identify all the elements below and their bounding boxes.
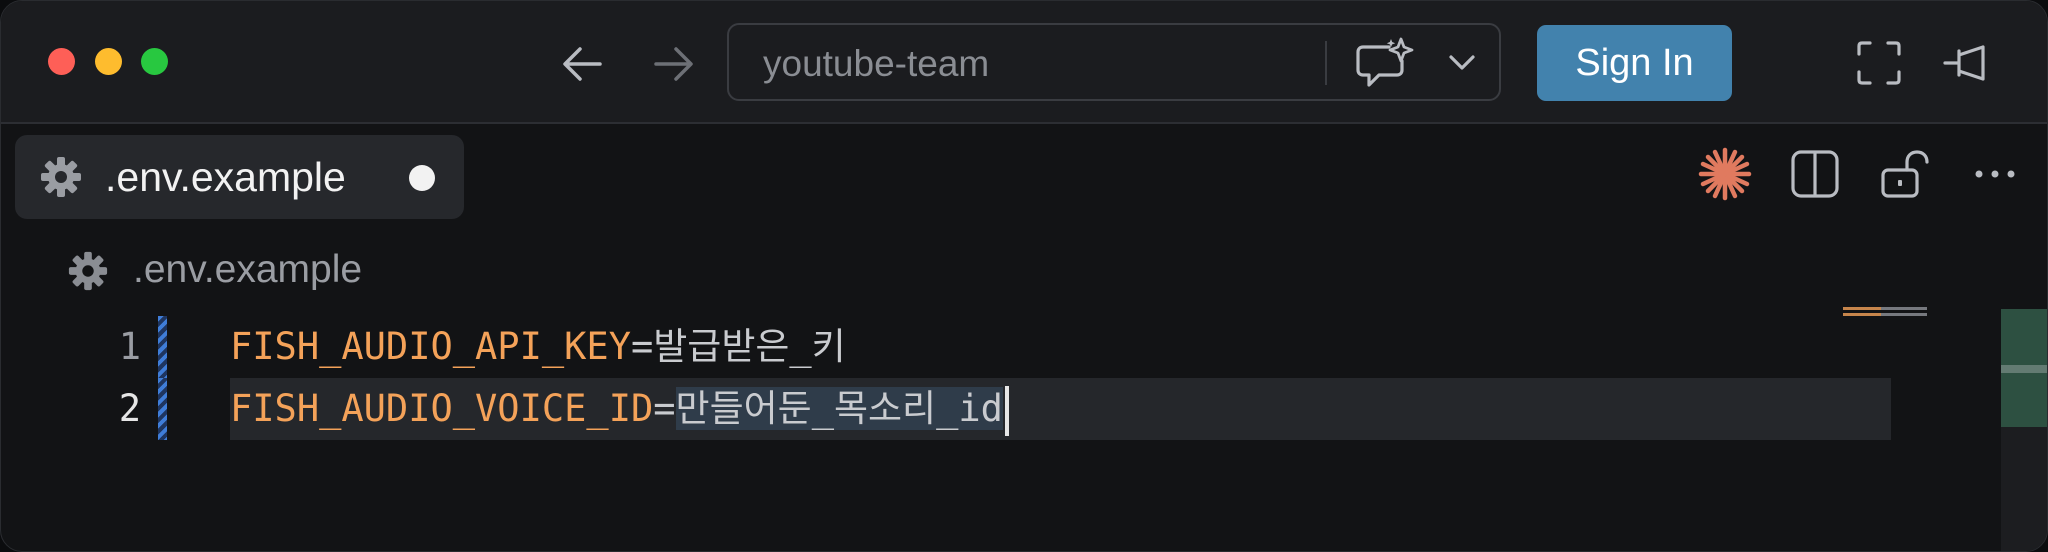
modified-line-marker <box>158 316 167 378</box>
fullscreen-icon[interactable] <box>1853 37 1905 89</box>
chat-sparkle-icon[interactable] <box>1353 37 1417 91</box>
close-window-button[interactable] <box>48 48 75 75</box>
selected-env-value: 만들어둔_목소리_id <box>675 387 1003 430</box>
more-icon[interactable] <box>1967 146 2023 202</box>
modified-line-marker <box>158 378 167 440</box>
env-key: FISH_AUDIO_VOICE_ID <box>230 387 654 430</box>
tab-label: .env.example <box>105 154 346 200</box>
back-button[interactable] <box>557 39 607 89</box>
code-line[interactable]: 1 FISH_AUDIO_API_KEY=발급받은_키 <box>1 316 2047 378</box>
title-bar: youtube-team Sign In <box>1 1 2047 124</box>
arrow-right-icon <box>654 47 693 81</box>
command-center-divider <box>1325 41 1327 85</box>
env-key: FISH_AUDIO_API_KEY <box>230 325 631 368</box>
maximize-window-button[interactable] <box>141 48 168 75</box>
arrow-left-icon <box>563 47 602 81</box>
code-editor[interactable]: 1 FISH_AUDIO_API_KEY=발급받은_키 2 FISH_AUDIO… <box>1 306 2047 551</box>
code-text: FISH_AUDIO_VOICE_ID=만들어둔_목소리_id <box>230 378 1009 440</box>
forward-button[interactable] <box>649 39 699 89</box>
chevron-down-icon[interactable] <box>1445 47 1479 77</box>
line-number: 1 <box>118 325 141 368</box>
app-window: youtube-team Sign In .env.example .env.e… <box>0 0 2048 552</box>
gear-icon <box>68 251 108 291</box>
command-center-search[interactable]: youtube-team <box>727 23 1501 101</box>
command-center-text: youtube-team <box>763 43 990 84</box>
unsaved-indicator-dot[interactable] <box>409 165 435 191</box>
code-text: FISH_AUDIO_API_KEY=발급받은_키 <box>230 316 846 378</box>
text-cursor <box>1004 385 1009 436</box>
unlock-icon[interactable] <box>1877 146 1933 202</box>
tab-env-example[interactable]: .env.example <box>15 135 464 219</box>
split-editor-icon[interactable] <box>1787 146 1843 202</box>
minimize-window-button[interactable] <box>95 48 122 75</box>
gear-icon <box>41 157 81 197</box>
code-line-current[interactable]: 2 FISH_AUDIO_VOICE_ID=만들어둔_목소리_id <box>1 378 2047 440</box>
line-number: 2 <box>118 387 141 430</box>
editor-tab-bar: .env.example <box>1 124 2047 224</box>
sparkle-icon[interactable] <box>1697 146 1753 202</box>
pin-icon[interactable] <box>1941 37 1993 89</box>
sign-in-button[interactable]: Sign In <box>1537 25 1732 101</box>
breadcrumb-label: .env.example <box>133 248 363 291</box>
env-equals: = <box>653 387 676 430</box>
env-equals: = <box>630 325 654 368</box>
env-value: 발급받은_키 <box>653 325 846 368</box>
